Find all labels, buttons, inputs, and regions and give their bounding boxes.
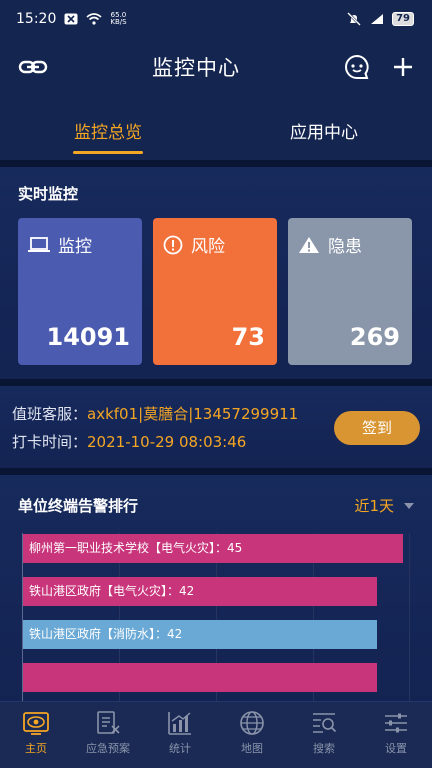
status-right: 79 xyxy=(346,12,414,26)
network-speed: 65.0 KB/S xyxy=(110,12,126,26)
checkin-time-value: 2021-10-29 08:03:46 xyxy=(87,433,247,451)
card-header: 风险 xyxy=(163,232,267,257)
nav-emergency-plan[interactable]: 应急预案 xyxy=(72,702,144,768)
card-label: 监控 xyxy=(58,237,92,257)
card-header: 隐患 xyxy=(298,232,402,257)
checkin-time-label: 打卡时间： xyxy=(12,433,88,451)
status-time: 15:20 xyxy=(16,11,57,27)
status-left: 15:20 65.0 KB/S xyxy=(16,11,127,27)
card-label: 隐患 xyxy=(328,237,362,257)
time-filter-value: 近1天 xyxy=(354,497,394,515)
page-title: 监控中心 xyxy=(152,56,240,80)
status-bar: 15:20 65.0 KB/S 79 xyxy=(0,0,432,38)
divider xyxy=(0,468,432,475)
bottom-nav: 主页 应急预案 统计 地图 搜索 设置 xyxy=(0,701,432,768)
add-icon[interactable] xyxy=(392,56,414,78)
chart-bar[interactable]: 铁山港区政府【电气火灾】：42 xyxy=(23,577,377,606)
notification-icon xyxy=(64,13,78,25)
warning-triangle-icon xyxy=(298,236,320,254)
chart-bar[interactable] xyxy=(23,663,377,692)
ranking-title: 单位终端告警排行 xyxy=(18,497,139,515)
top-actions xyxy=(344,54,414,80)
globe-map-icon xyxy=(239,710,265,736)
card-label: 风险 xyxy=(191,237,225,257)
nav-home[interactable]: 主页 xyxy=(0,702,72,768)
chevron-down-icon xyxy=(404,502,414,509)
monitor-eye-icon xyxy=(23,710,49,736)
nav-statistics[interactable]: 统计 xyxy=(144,702,216,768)
mute-icon xyxy=(346,12,362,26)
bar-label: 柳州第一职业技术学校【电气火灾】：45 xyxy=(29,541,243,555)
chat-icon[interactable] xyxy=(344,54,370,80)
nav-label: 搜索 xyxy=(313,742,335,755)
link-icon[interactable] xyxy=(18,57,48,77)
divider xyxy=(0,160,432,167)
card-value: 14091 xyxy=(46,323,131,351)
nav-map[interactable]: 地图 xyxy=(216,702,288,768)
stat-cards: 监控 14091 风险 73 隐患 269 xyxy=(18,218,414,365)
duty-service-label: 值班客服： xyxy=(12,405,88,423)
statistics-chart-icon xyxy=(167,710,193,736)
laptop-icon xyxy=(28,236,50,253)
battery-indicator: 79 xyxy=(392,12,414,26)
search-list-icon xyxy=(311,710,337,736)
hazard-card[interactable]: 隐患 269 xyxy=(288,218,412,365)
card-header: 监控 xyxy=(28,232,132,257)
nav-label: 应急预案 xyxy=(86,742,130,755)
bar-label: 铁山港区政府【电气火灾】：42 xyxy=(29,584,195,598)
nav-search[interactable]: 搜索 xyxy=(288,702,360,768)
chart-bar[interactable]: 铁山港区政府【消防水】：42 xyxy=(23,620,377,649)
alarm-ranking-panel: 单位终端告警排行 近1天 柳州第一职业技术学校【电气火灾】：45 铁山港区政府【电… xyxy=(0,475,432,713)
bar-label: 铁山港区政府【消防水】：42 xyxy=(29,627,183,641)
realtime-title: 实时监控 xyxy=(18,185,79,203)
chart-bar[interactable]: 柳州第一职业技术学校【电气火灾】：45 xyxy=(23,534,403,563)
duty-service-value: axkf01|莫膳合|13457299911 xyxy=(87,405,299,423)
top-bar: 监控中心 xyxy=(0,38,432,96)
settings-sliders-icon xyxy=(383,710,409,736)
checkin-button[interactable]: 签到 xyxy=(334,411,420,445)
tab-bar: 监控总览 应用中心 xyxy=(0,96,432,160)
risk-card[interactable]: 风险 73 xyxy=(153,218,277,365)
monitor-card[interactable]: 监控 14091 xyxy=(18,218,142,365)
nav-label: 统计 xyxy=(169,742,191,755)
ranking-header: 单位终端告警排行 近1天 xyxy=(18,495,414,516)
grid-line xyxy=(409,533,410,713)
realtime-monitor-panel: 实时监控 监控 14091 风险 73 隐患 269 xyxy=(0,167,432,379)
nav-label: 主页 xyxy=(25,742,47,755)
duty-panel: 值班客服：axkf01|莫膳合|13457299911 打卡时间：2021-10… xyxy=(0,386,432,468)
duty-service-row: 值班客服：axkf01|莫膳合|13457299911 xyxy=(12,400,298,428)
nav-label: 设置 xyxy=(385,742,407,755)
alert-circle-icon xyxy=(163,235,183,255)
signal-icon xyxy=(370,13,384,25)
divider xyxy=(0,379,432,386)
tab-app-center[interactable]: 应用中心 xyxy=(216,96,432,160)
time-filter-dropdown[interactable]: 近1天 xyxy=(354,495,414,516)
net-speed-unit: KB/S xyxy=(110,18,127,26)
card-value: 269 xyxy=(349,323,400,351)
duty-checkin-row: 打卡时间：2021-10-29 08:03:46 xyxy=(12,428,298,456)
duty-info: 值班客服：axkf01|莫膳合|13457299911 打卡时间：2021-10… xyxy=(12,400,298,468)
wifi-icon xyxy=(86,13,102,25)
tab-monitor-overview[interactable]: 监控总览 xyxy=(0,96,216,160)
nav-label: 地图 xyxy=(241,742,263,755)
plan-document-icon xyxy=(95,710,121,736)
nav-settings[interactable]: 设置 xyxy=(360,702,432,768)
alarm-ranking-chart: 柳州第一职业技术学校【电气火灾】：45 铁山港区政府【电气火灾】：42 铁山港区政府… xyxy=(22,533,410,713)
card-value: 73 xyxy=(231,323,265,351)
